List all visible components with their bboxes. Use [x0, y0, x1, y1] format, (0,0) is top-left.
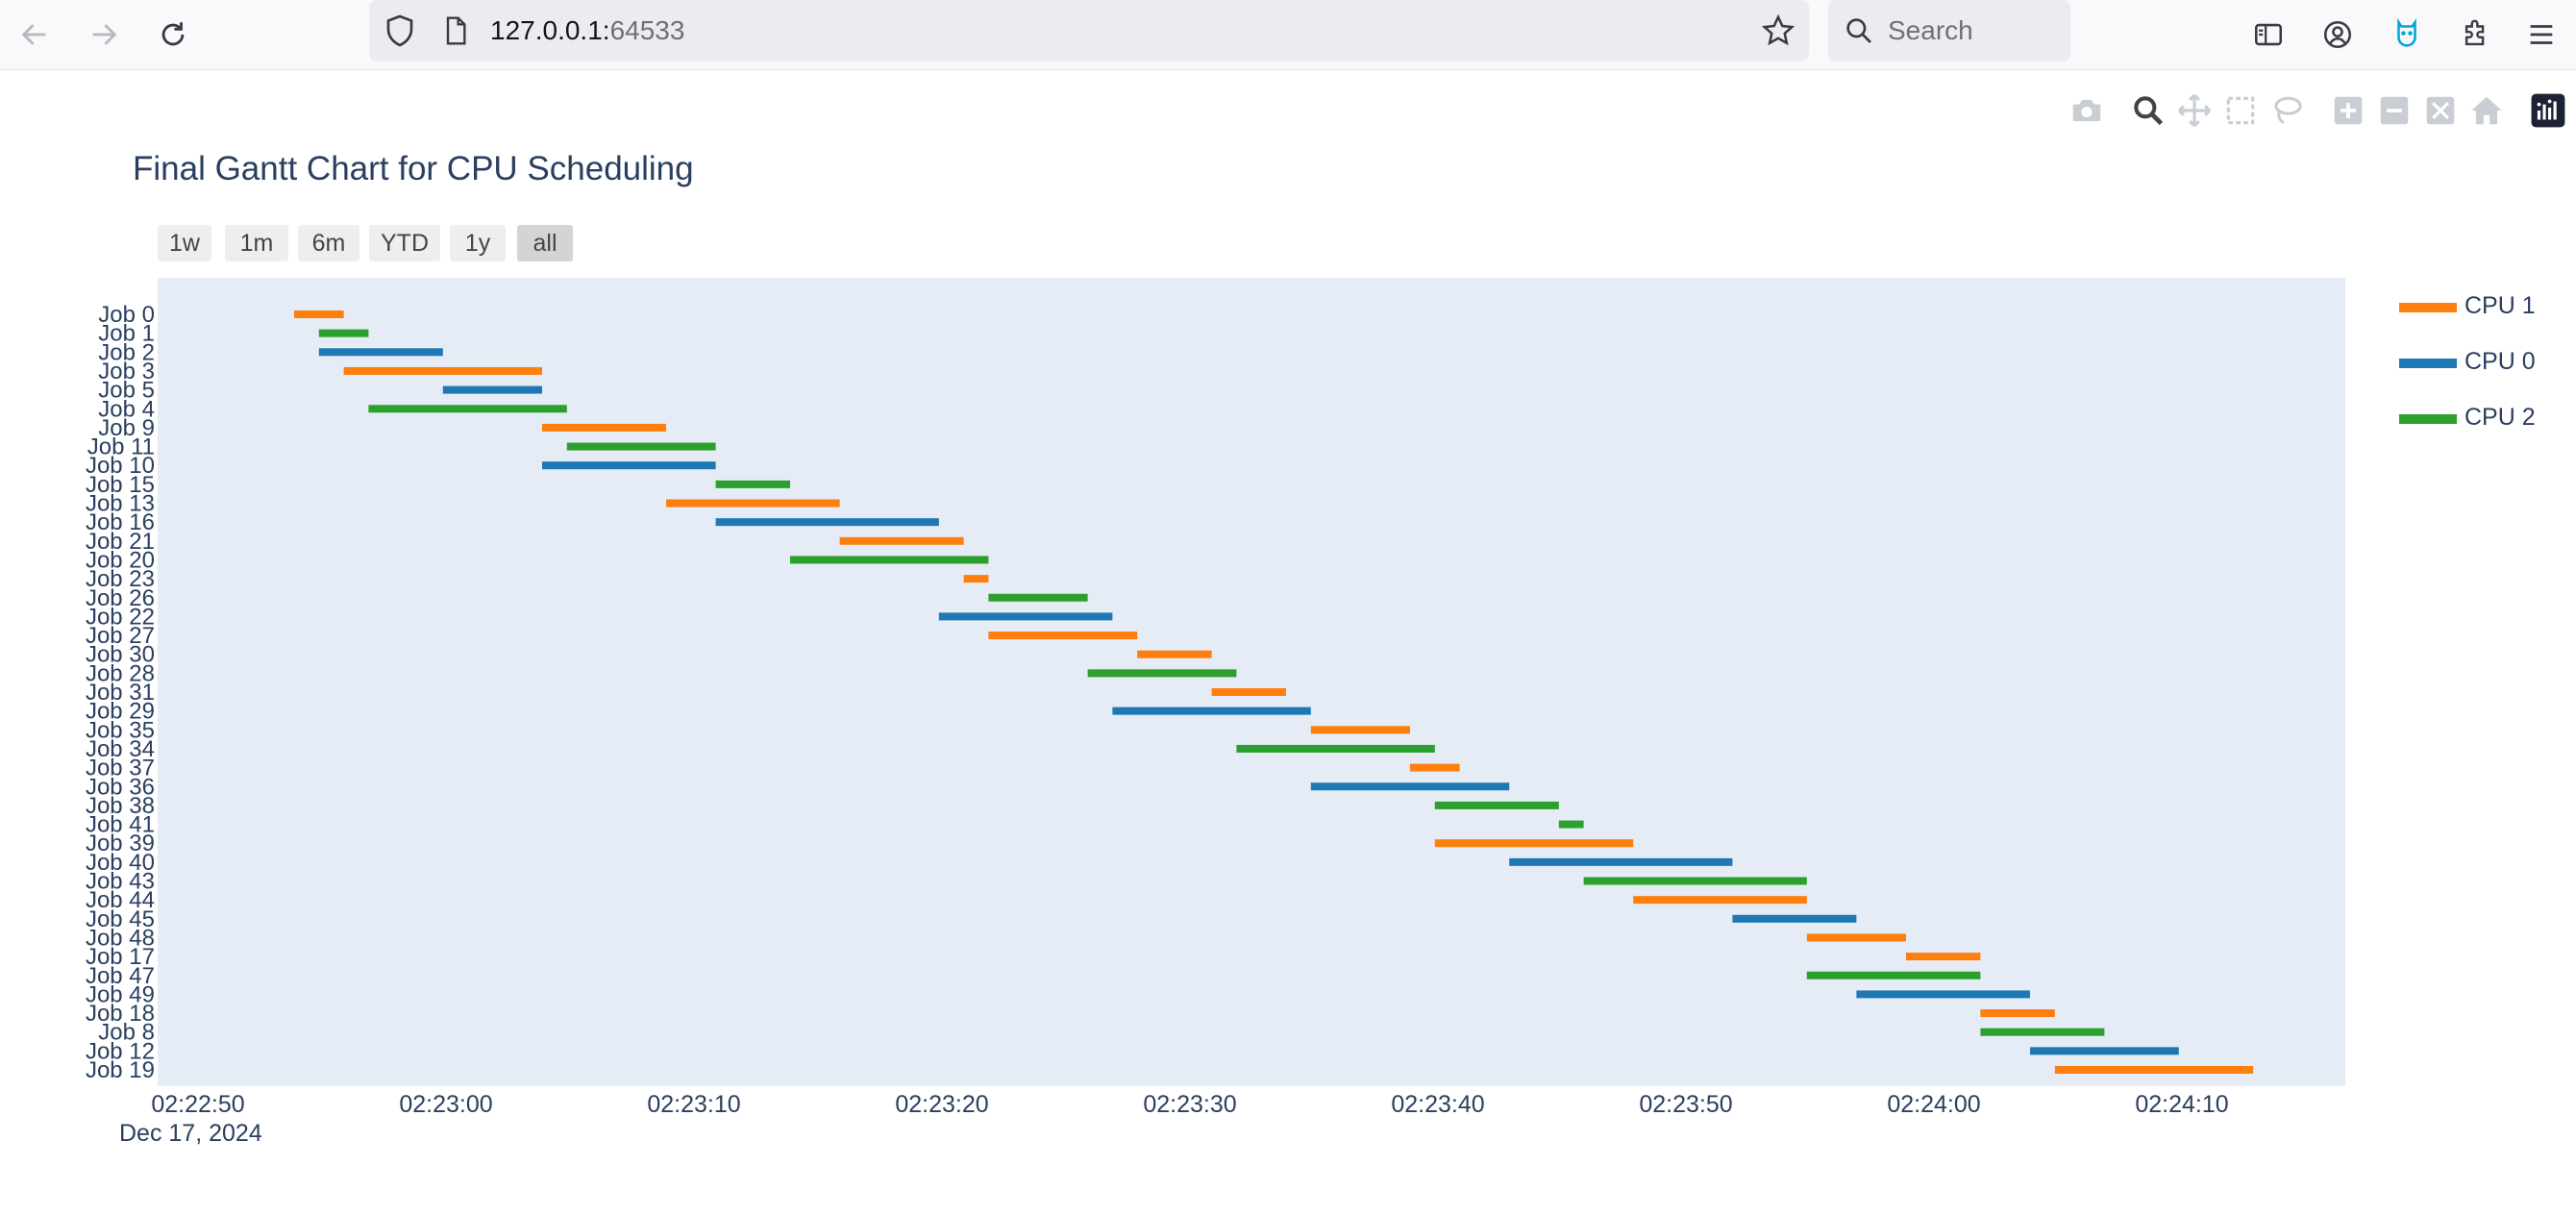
x-tick-label: 02:24:10	[2135, 1091, 2228, 1118]
gantt-bar-job-49[interactable]	[1856, 990, 2030, 999]
legend-label-cpu1: CPU 1	[2465, 292, 2536, 319]
gantt-bar-job-37[interactable]	[1410, 763, 1460, 772]
gantt-bar-job-9[interactable]	[542, 423, 666, 432]
gantt-bar-job-36[interactable]	[1310, 782, 1510, 791]
gantt-bar-job-27[interactable]	[988, 632, 1138, 640]
gantt-bar-job-8[interactable]	[1980, 1028, 2105, 1036]
gantt-bar-job-48[interactable]	[1806, 933, 1906, 942]
gantt-bar-job-23[interactable]	[963, 575, 989, 583]
x-tick-label: 02:23:30	[1143, 1091, 1236, 1118]
x-tick-label: 02:23:10	[647, 1091, 740, 1118]
gantt-bar-job-19[interactable]	[2054, 1066, 2254, 1074]
x-tick-label: 02:23:00	[399, 1091, 492, 1118]
gantt-bar-job-41[interactable]	[1558, 820, 1584, 829]
gantt-bar-job-15[interactable]	[715, 480, 790, 488]
gantt-bar-job-16[interactable]	[715, 518, 939, 527]
gantt-bar-job-13[interactable]	[666, 499, 840, 508]
plot-area[interactable]	[158, 278, 2345, 1086]
gantt-bar-job-12[interactable]	[2030, 1047, 2179, 1055]
gantt-bar-job-35[interactable]	[1310, 726, 1410, 734]
x-tick-label: 02:23:40	[1391, 1091, 1484, 1118]
gantt-bar-job-26[interactable]	[988, 593, 1088, 602]
gantt-bar-job-18[interactable]	[1980, 1009, 2055, 1018]
gantt-bar-job-30[interactable]	[1137, 650, 1212, 658]
gantt-bar-job-29[interactable]	[1112, 707, 1311, 715]
gantt-bar-job-38[interactable]	[1434, 801, 1559, 809]
x-axis-date-label: Dec 17, 2024	[119, 1120, 262, 1147]
gantt-bar-job-47[interactable]	[1806, 971, 1981, 979]
gantt-bar-job-10[interactable]	[542, 461, 716, 470]
gantt-bar-job-21[interactable]	[839, 536, 964, 545]
gantt-bar-job-43[interactable]	[1583, 877, 1807, 885]
x-tick-label: 02:23:20	[895, 1091, 988, 1118]
gantt-bar-job-3[interactable]	[343, 366, 542, 375]
x-tick-label: 02:23:50	[1639, 1091, 1732, 1118]
legend-swatch-cpu1	[2399, 303, 2457, 312]
gantt-bar-job-0[interactable]	[294, 310, 344, 318]
gantt-bar-job-5[interactable]	[442, 385, 542, 394]
gantt-bar-job-1[interactable]	[318, 329, 369, 337]
y-axis-labels: Job 0Job 1Job 2Job 3Job 5Job 4Job 9Job 1…	[86, 302, 155, 1083]
gantt-bar-job-34[interactable]	[1236, 744, 1435, 753]
x-tick-label: 02:22:50	[151, 1091, 244, 1118]
gantt-bar-job-2[interactable]	[318, 348, 443, 357]
gantt-bar-job-22[interactable]	[938, 612, 1113, 621]
legend-swatch-cpu0	[2399, 359, 2457, 368]
gantt-bar-job-40[interactable]	[1509, 857, 1733, 866]
legend-label-cpu0: CPU 0	[2465, 348, 2536, 375]
x-tick-label: 02:24:00	[1887, 1091, 1980, 1118]
gantt-chart: Job 0Job 1Job 2Job 3Job 5Job 4Job 9Job 1…	[86, 278, 2345, 1147]
gantt-bar-job-28[interactable]	[1087, 669, 1237, 678]
gantt-bar-job-45[interactable]	[1732, 914, 1857, 923]
x-axis-labels: 02:22:50 02:23:00 02:23:10 02:23:20 02:23:30…	[151, 1091, 2228, 1118]
legend-label-cpu2: CPU 2	[2465, 404, 2536, 431]
gantt-bar-job-31[interactable]	[1211, 688, 1286, 696]
gantt-bar-job-4[interactable]	[368, 405, 567, 413]
gantt-bar-job-11[interactable]	[566, 442, 716, 451]
y-tick-label-job-19: Job 19	[86, 1057, 155, 1083]
gantt-bar-job-17[interactable]	[1906, 953, 1981, 961]
gantt-bar-job-39[interactable]	[1434, 839, 1634, 848]
gantt-bar-job-44[interactable]	[1633, 896, 1807, 905]
gantt-bar-job-20[interactable]	[790, 556, 989, 564]
legend-swatch-cpu2	[2399, 414, 2457, 424]
